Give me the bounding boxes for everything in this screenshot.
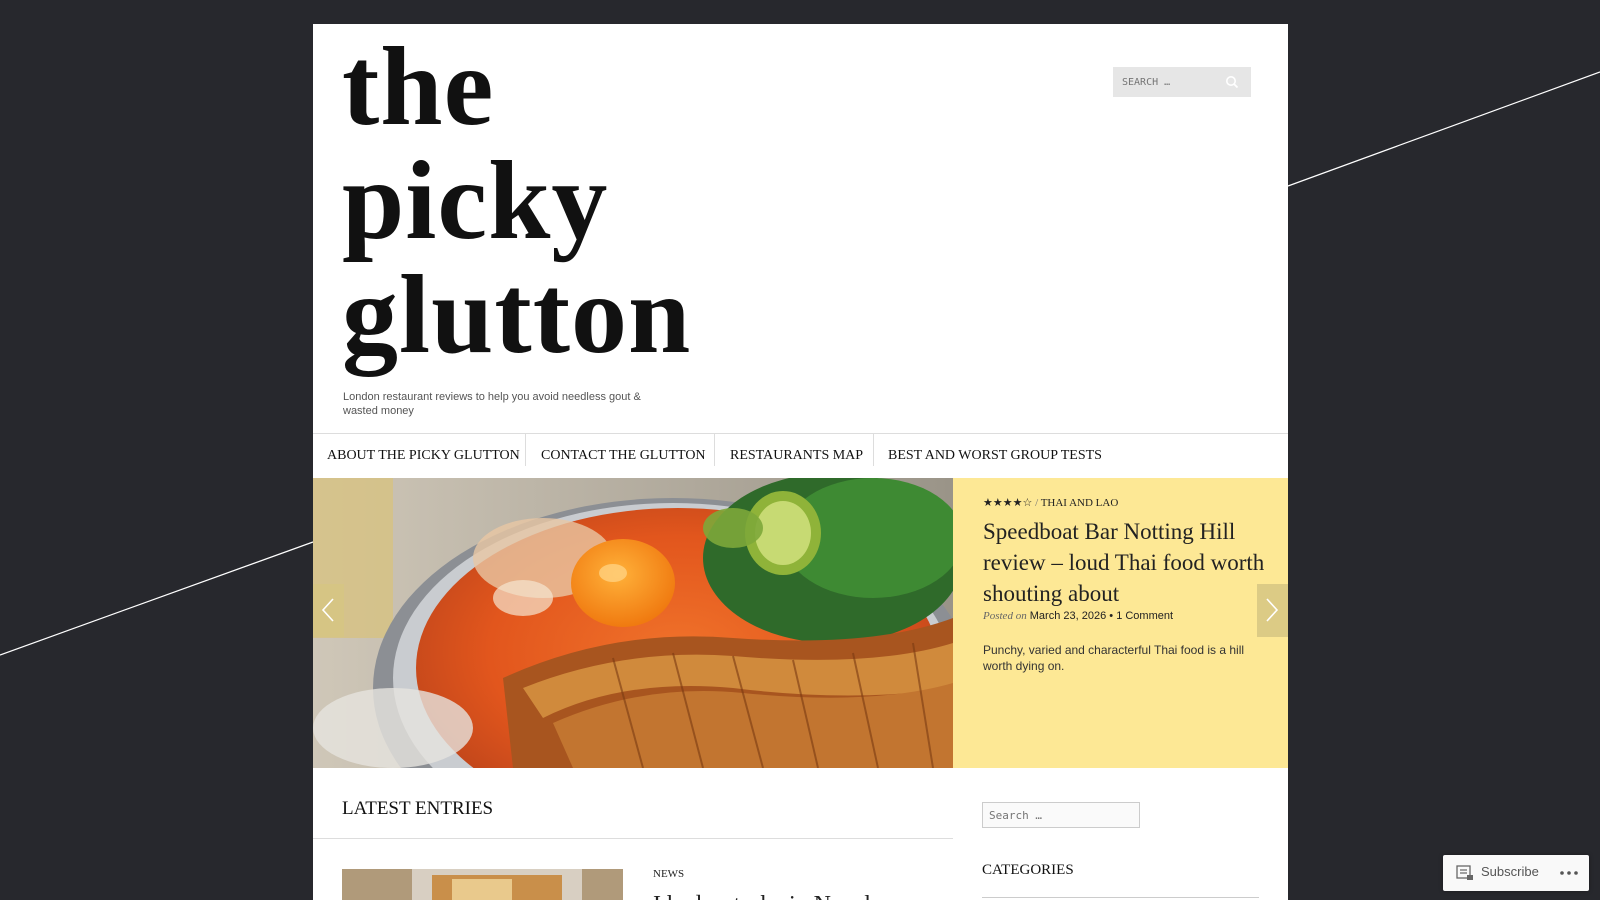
nav-item-contact[interactable]: CONTACT THE GLUTTON [541, 434, 706, 466]
divider [982, 897, 1259, 898]
nav-item-restaurants-map[interactable]: RESTAURANTS MAP [730, 434, 863, 466]
site-title-line: picky [342, 139, 609, 263]
comments-link[interactable]: 1 Comment [1116, 610, 1173, 622]
post-date[interactable]: March 23, 2026 [1030, 610, 1106, 622]
featured-excerpt: Punchy, varied and characterful Thai foo… [983, 643, 1245, 673]
entry-title[interactable]: I had a stroke in Nepal [653, 890, 953, 900]
page-container: the picky glutton London restaurant revi… [313, 24, 1288, 900]
chevron-right-icon [1266, 598, 1279, 622]
featured-post-panel: ★★★★☆ / THAI AND LAO Speedboat Bar Notti… [953, 478, 1288, 768]
slider-prev-button[interactable] [313, 584, 344, 637]
category-link[interactable]: THAI AND LAO [1041, 497, 1119, 509]
header-search-input[interactable] [1113, 67, 1222, 97]
post-meta: Posted on March 23, 2026 • 1 Comment [983, 610, 1173, 622]
featured-slider: ★★★★☆ / THAI AND LAO Speedboat Bar Notti… [313, 478, 1288, 768]
subscribe-bar: Subscribe [1443, 855, 1589, 891]
rating-stars[interactable]: ★★★★☆ [983, 497, 1032, 509]
site-title-line: the [342, 25, 495, 149]
search-icon[interactable] [1225, 75, 1239, 89]
sidebar-search-box[interactable] [982, 802, 1140, 828]
latest-entries-heading: LATEST ENTRIES [342, 798, 494, 819]
more-options-icon[interactable] [1560, 871, 1578, 875]
main-navigation: ABOUT THE PICKY GLUTTON CONTACT THE GLUT… [313, 433, 1288, 478]
featured-post-title[interactable]: Speedboat Bar Notting Hill review – loud… [983, 516, 1278, 609]
food-photo-illustration [313, 478, 953, 768]
entry-thumbnail[interactable] [342, 869, 623, 900]
site-tagline: London restaurant reviews to help you av… [343, 391, 641, 417]
header-search-box[interactable] [1113, 67, 1251, 97]
subscribe-button[interactable]: Subscribe [1481, 864, 1539, 879]
divider [313, 838, 953, 839]
site-title[interactable]: the picky glutton [342, 30, 691, 372]
meta-separator: / [1035, 497, 1039, 509]
chevron-left-icon [321, 598, 334, 622]
nav-item-group-tests[interactable]: BEST AND WORST GROUP TESTS [888, 434, 1102, 466]
meta-bullet: • [1109, 610, 1114, 622]
featured-post-image[interactable] [313, 478, 953, 768]
featured-meta: ★★★★☆ / THAI AND LAO [983, 496, 1118, 509]
entry-category-link[interactable]: NEWS [653, 868, 684, 880]
nav-item-about[interactable]: ABOUT THE PICKY GLUTTON [327, 434, 520, 466]
nav-divider [525, 434, 526, 466]
nav-divider [873, 434, 874, 466]
slider-next-button[interactable] [1257, 584, 1288, 637]
nav-divider [714, 434, 715, 466]
entry-photo-illustration [342, 869, 623, 900]
sidebar-search-input[interactable] [983, 803, 1139, 827]
site-title-line: glutton [342, 253, 692, 377]
categories-heading: CATEGORIES [982, 862, 1074, 878]
subscribe-icon[interactable] [1456, 865, 1474, 881]
posted-on-label: Posted on [983, 610, 1027, 622]
